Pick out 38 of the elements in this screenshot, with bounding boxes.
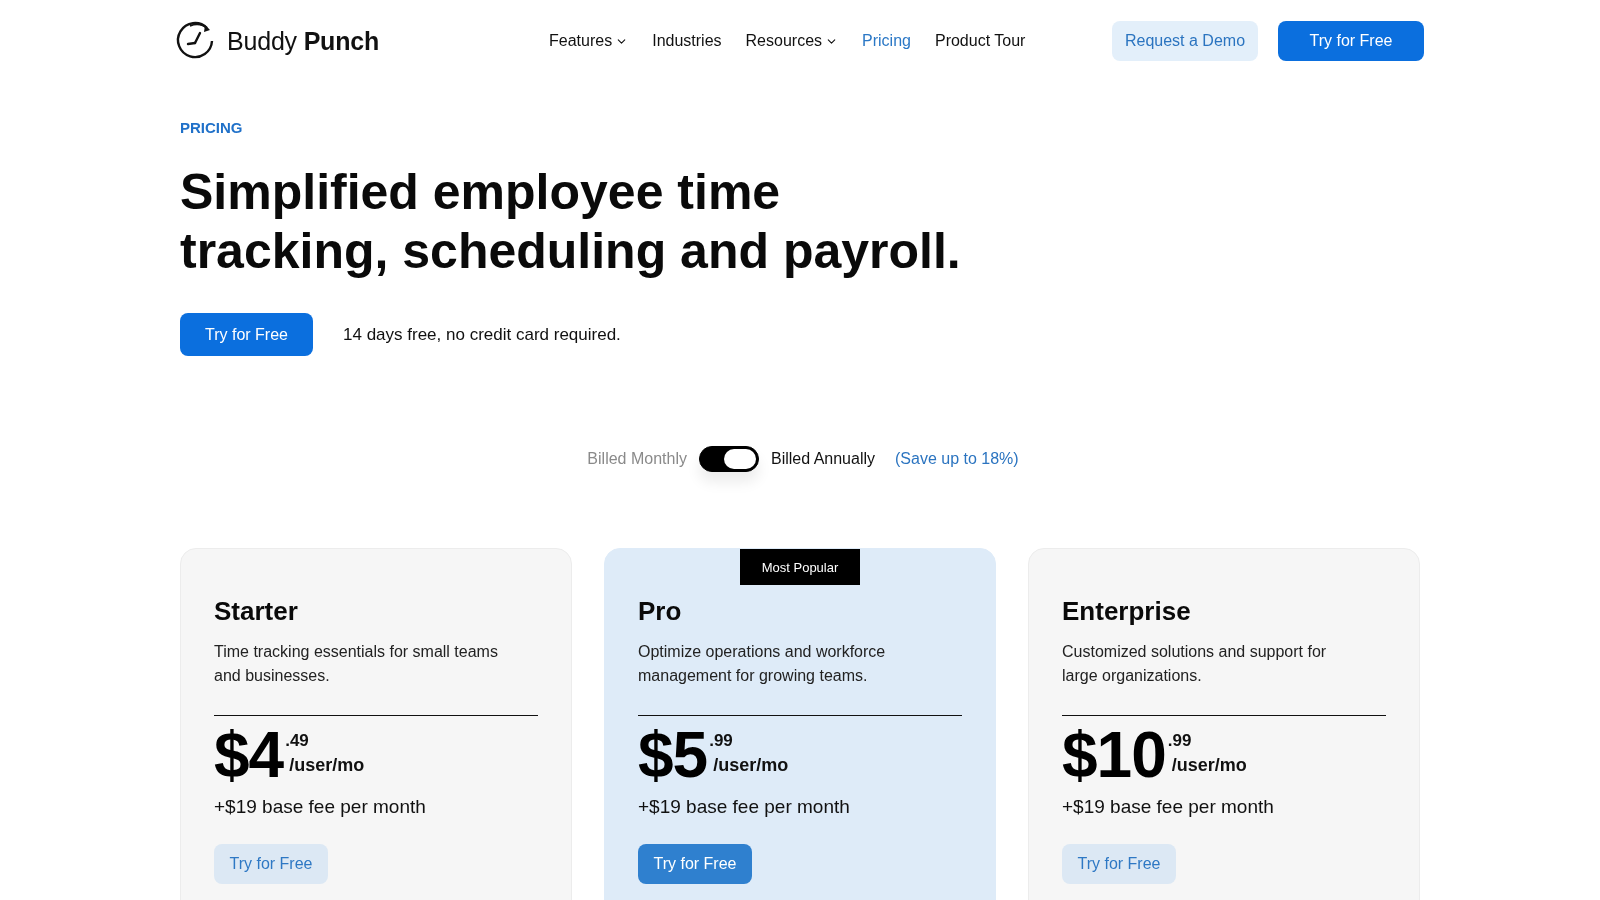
nav-link[interactable]: Industries — [652, 32, 722, 50]
nav-link[interactable]: Pricing — [862, 32, 911, 50]
billing-option-label: Billed Monthly — [587, 450, 687, 468]
page-heading: Simplified employee time tracking, scheduling and payroll. — [180, 163, 962, 281]
section-eyebrow: PRICING — [180, 120, 243, 136]
price-amount: $5 — [638, 728, 708, 782]
price-amount: $4 — [214, 728, 284, 782]
request-demo-button[interactable]: Request a Demo — [1112, 21, 1258, 61]
try-free-button[interactable]: Try for Free — [180, 313, 313, 356]
plan-name: Pro — [638, 595, 682, 627]
plan-description: Optimize operations and workforce management for growing teams. — [638, 642, 887, 686]
price-cents: .49 — [285, 732, 309, 750]
price-unit: /user/mo — [1171, 754, 1247, 776]
try-free-button[interactable]: Try for Free — [1278, 21, 1424, 61]
price-unit: /user/mo — [713, 754, 789, 776]
trial-note: 14 days free, no credit card required. — [343, 324, 621, 345]
billing-option-label: Billed Annually — [770, 450, 876, 468]
plan-name: Enterprise — [1062, 595, 1191, 627]
price-cents: .99 — [1167, 732, 1192, 750]
nav-link[interactable]: Resources — [745, 32, 839, 50]
try-free-button[interactable]: Try for Free — [1062, 844, 1176, 884]
plan-description: Time tracking essentials for small teams and businesses. — [214, 642, 499, 686]
base-fee: +$19 base fee per month — [1062, 796, 1274, 818]
billing-toggle[interactable] — [698, 446, 759, 472]
price-unit: /user/mo — [289, 754, 365, 776]
plan-name: Starter — [214, 595, 298, 627]
try-free-button[interactable]: Try for Free — [214, 844, 328, 884]
nav-link[interactable]: Product Tour — [934, 32, 1026, 50]
nav-link[interactable]: Features — [549, 32, 629, 50]
price-amount: $10 — [1062, 728, 1166, 782]
savings-note: (Save up to 18%) — [895, 450, 1019, 468]
base-fee: +$19 base fee per month — [214, 796, 426, 818]
plan-badge: Most Popular — [740, 549, 860, 585]
base-fee: +$19 base fee per month — [638, 796, 850, 818]
brand-name[interactable]: Buddy Punch — [227, 26, 380, 56]
plan-description: Customized solutions and support for large organizations. — [1062, 642, 1328, 686]
price-cents: .99 — [709, 732, 733, 750]
try-free-button[interactable]: Try for Free — [638, 844, 752, 884]
